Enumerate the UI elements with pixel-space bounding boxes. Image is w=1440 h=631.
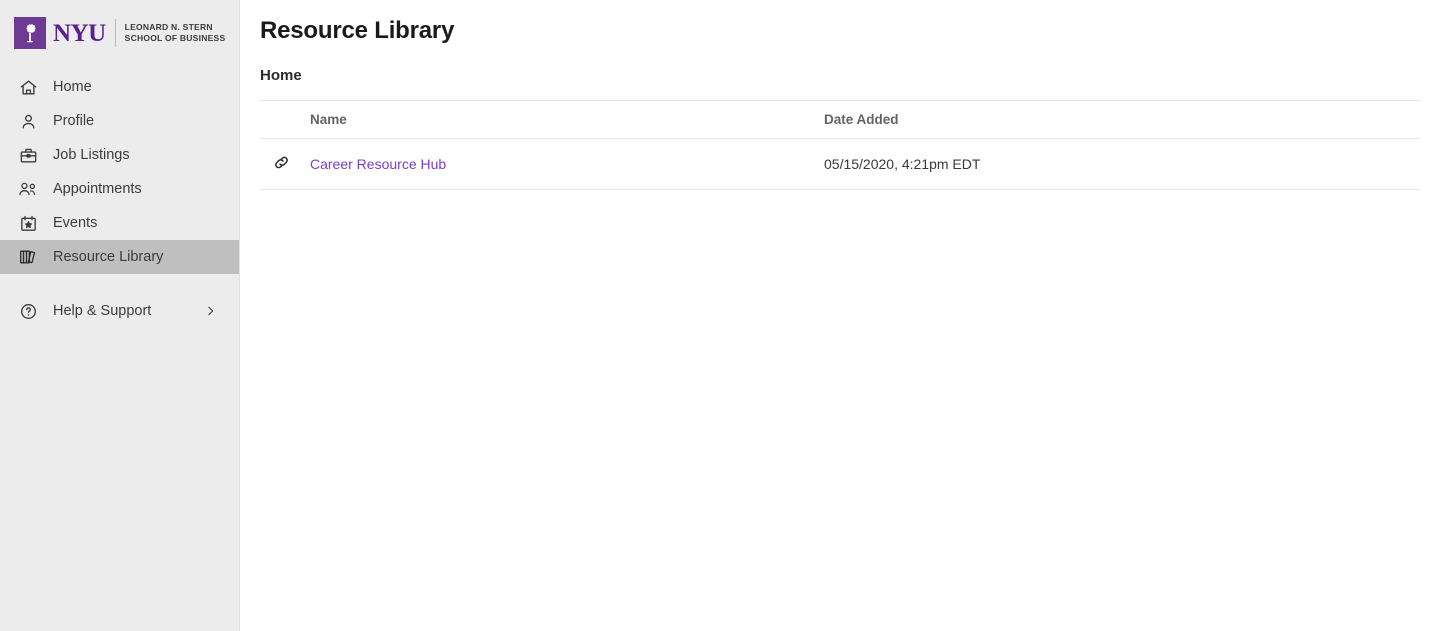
sidebar-item-label: Help & Support [53,304,151,319]
sidebar-item-home[interactable]: Home [0,70,239,104]
brand-divider [115,19,116,47]
table-row[interactable]: Career Resource Hub 05/15/2020, 4:21pm E… [260,139,1420,190]
sidebar-item-events[interactable]: Events [0,206,239,240]
sidebar-item-resource-library[interactable]: Resource Library [0,240,239,274]
resource-name-cell: Career Resource Hub [310,139,824,190]
resource-link[interactable]: Career Resource Hub [310,156,446,172]
main-content: Resource Library Home Name Date Added [240,0,1440,631]
sidebar-item-label: Profile [53,114,94,129]
sidebar-item-label: Home [53,80,92,95]
sidebar-item-label: Job Listings [53,148,130,163]
nav-spacer [0,274,239,294]
brand-school-name: LEONARD N. STERN SCHOOL OF BUSINESS [125,22,226,44]
brand-logo[interactable]: NYU LEONARD N. STERN SCHOOL OF BUSINESS [0,0,239,66]
page-title: Resource Library [260,16,1420,46]
app-root: NYU LEONARD N. STERN SCHOOL OF BUSINESS … [0,0,1440,631]
brand-wordmark: NYU [53,21,106,46]
column-header-icon [260,101,310,139]
table-body: Career Resource Hub 05/15/2020, 4:21pm E… [260,139,1420,190]
person-icon [16,110,40,132]
sidebar-item-profile[interactable]: Profile [0,104,239,138]
resource-type-cell [260,139,310,190]
column-header-name: Name [310,101,824,139]
sidebar-item-appointments[interactable]: Appointments [0,172,239,206]
sidebar-nav: Home Profile [0,70,239,328]
question-circle-icon [16,300,40,322]
table-header: Name Date Added [260,101,1420,139]
brand-school-line1: LEONARD N. STERN [125,22,226,33]
chevron-right-icon [204,305,217,318]
link-icon [272,159,291,175]
nyu-torch-icon [14,17,46,49]
sidebar-item-label: Appointments [53,182,142,197]
resource-table: Name Date Added Career [260,100,1420,190]
sidebar-item-label: Events [53,216,97,231]
sidebar-item-help-support[interactable]: Help & Support [0,294,239,328]
brand-school-line2: SCHOOL OF BUSINESS [125,33,226,44]
sidebar-item-label: Resource Library [53,250,163,265]
section-title: Home [260,66,1420,86]
table-header-row: Name Date Added [260,101,1420,139]
briefcase-icon [16,144,40,166]
column-header-date-added: Date Added [824,101,1420,139]
books-icon [16,246,40,268]
home-icon [16,76,40,98]
sidebar-item-job-listings[interactable]: Job Listings [0,138,239,172]
calendar-star-icon [16,212,40,234]
sidebar: NYU LEONARD N. STERN SCHOOL OF BUSINESS … [0,0,240,631]
people-icon [16,178,40,200]
resource-date-cell: 05/15/2020, 4:21pm EDT [824,139,1420,190]
